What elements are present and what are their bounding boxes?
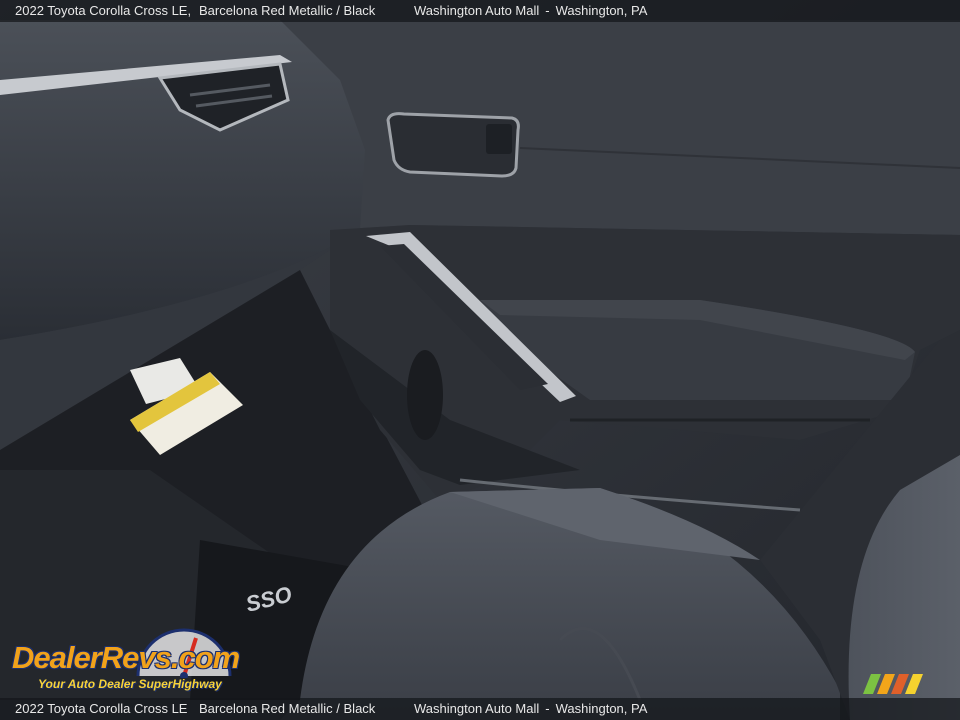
watermark-brand: DealerRevs.com <box>12 640 240 675</box>
dealer-name-bottom: Washington Auto Mall <box>414 701 540 716</box>
dealer-name: Washington Auto Mall <box>414 3 540 18</box>
caption-bar-top: 2022 Toyota Corolla Cross LE, Barcelona … <box>0 0 960 22</box>
dealer-stripes-logo <box>863 674 923 694</box>
dealer-info: Washington Auto Mall - Washington, PA <box>414 0 647 22</box>
watermark-tagline: Your Auto Dealer SuperHighway <box>38 677 222 691</box>
dealer-info-bottom: Washington Auto Mall - Washington, PA <box>414 698 647 720</box>
vehicle-color-bottom: Barcelona Red Metallic / Black <box>199 701 376 716</box>
dealer-location: Washington, PA <box>555 3 648 18</box>
dealer-location-bottom: Washington, PA <box>555 701 648 716</box>
vehicle-title: 2022 Toyota Corolla Cross LE, <box>15 3 192 18</box>
caption-bar-bottom: 2022 Toyota Corolla Cross LE Barcelona R… <box>0 698 960 720</box>
caption-separator-bottom: - <box>545 701 550 716</box>
vehicle-color: Barcelona Red Metallic / Black <box>199 3 376 18</box>
caption-separator: - <box>545 3 550 18</box>
vehicle-title-bottom: 2022 Toyota Corolla Cross LE <box>15 701 188 716</box>
interior-photo: SSO <box>0 0 960 720</box>
